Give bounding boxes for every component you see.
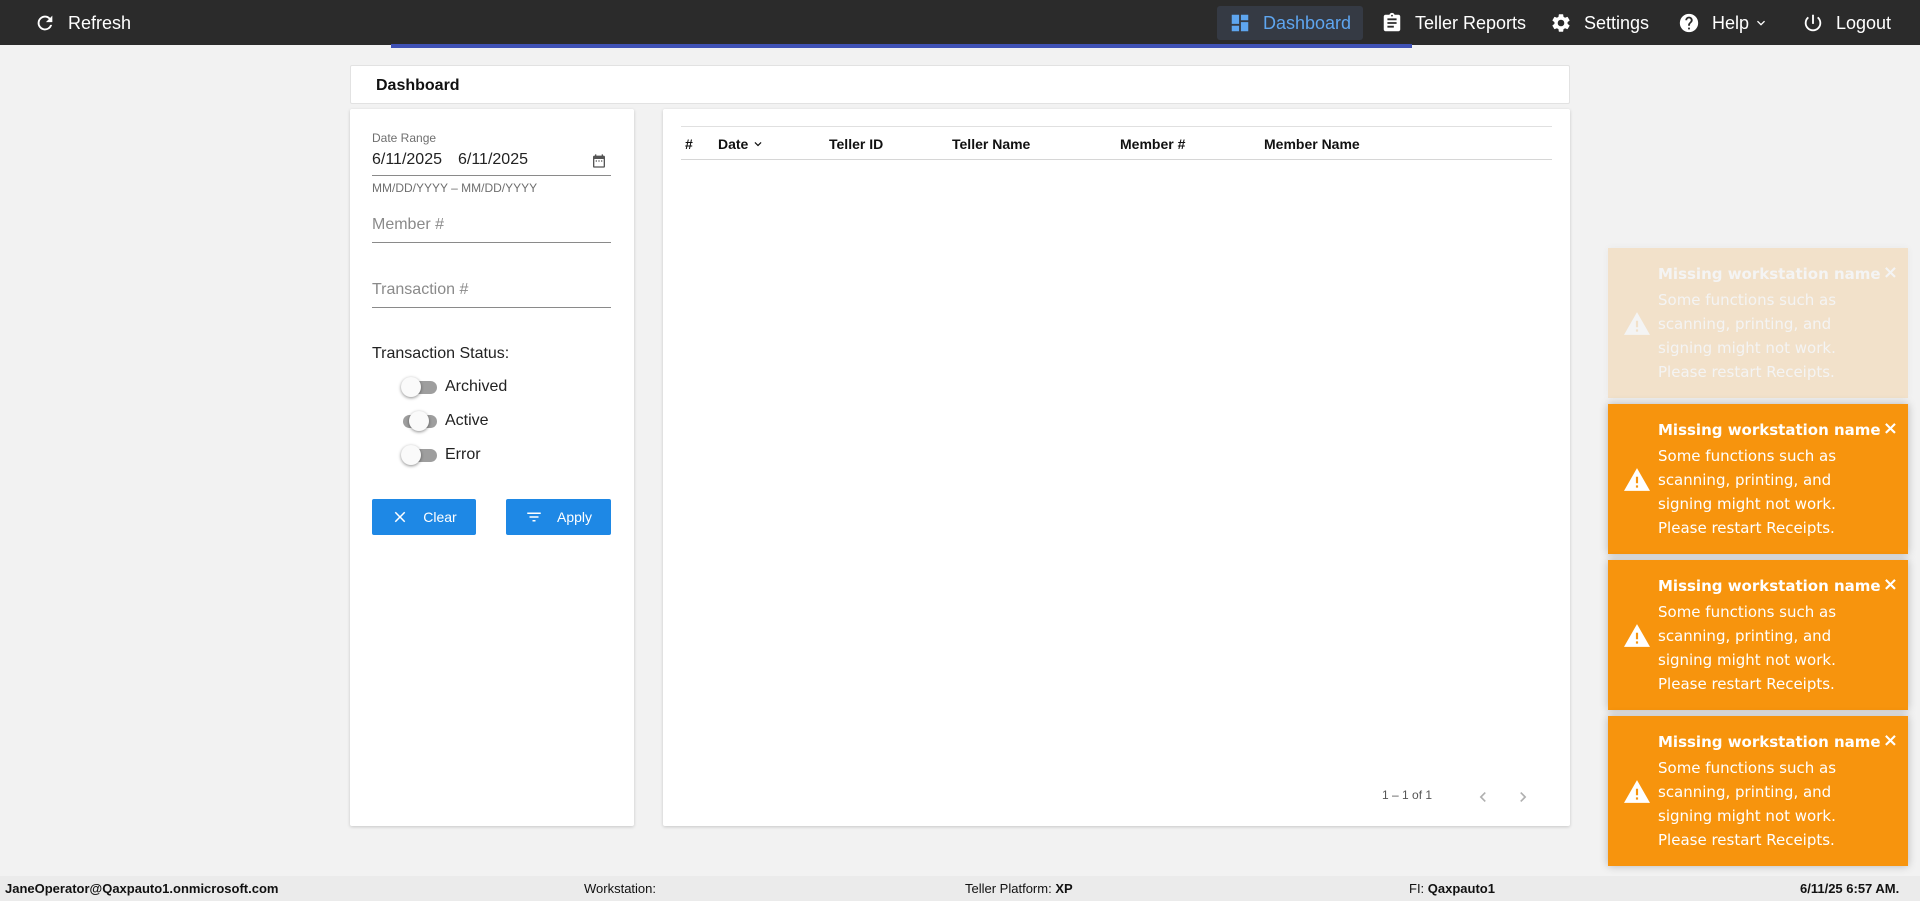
apply-button[interactable]: Apply	[506, 499, 611, 535]
page-header: Dashboard	[350, 65, 1570, 104]
member-number-field[interactable]	[372, 214, 611, 243]
transaction-status-title: Transaction Status:	[372, 345, 510, 362]
warning-icon	[1624, 624, 1650, 648]
refresh-icon	[37, 15, 53, 31]
date-end-input[interactable]: 6/11/2025	[458, 151, 528, 169]
previous-page-button[interactable]	[1473, 787, 1493, 807]
clear-label: Clear	[423, 509, 457, 525]
toast-close-button[interactable]: ×	[1883, 418, 1898, 439]
footer-fi-label: FI:	[1409, 881, 1425, 896]
table-header-row: # Date Teller ID Teller Name Member # Me…	[681, 126, 1552, 160]
warning-icon	[1624, 312, 1650, 336]
toast-title: Missing workstation name	[1658, 265, 1881, 283]
transactions-table: # Date Teller ID Teller Name Member # Me…	[663, 109, 1570, 826]
date-start-input[interactable]: 6/11/2025	[372, 151, 442, 169]
footer-workstation: Workstation:	[584, 881, 656, 896]
column-header-number[interactable]: #	[685, 136, 693, 152]
toast-close-button[interactable]: ×	[1883, 262, 1898, 283]
refresh-button[interactable]: Refresh	[24, 6, 141, 40]
apply-label: Apply	[556, 509, 593, 525]
warning-icon	[1624, 468, 1650, 492]
toast-close-button[interactable]: ×	[1883, 730, 1898, 751]
column-header-teller-id[interactable]: Teller ID	[829, 136, 883, 152]
next-page-button[interactable]	[1513, 787, 1533, 807]
help-icon	[1679, 13, 1699, 33]
error-switch[interactable]	[401, 445, 437, 465]
calendar-icon[interactable]	[591, 153, 607, 169]
nav-teller-reports[interactable]: Teller Reports	[1371, 6, 1536, 40]
member-number-input[interactable]	[372, 214, 611, 236]
date-format-hint: MM/DD/YYYY – MM/DD/YYYY	[372, 181, 538, 195]
archived-switch[interactable]	[401, 377, 437, 397]
toggle-error[interactable]: Error	[401, 444, 481, 466]
toast-close-button[interactable]: ×	[1883, 574, 1898, 595]
nav-teller-reports-label: Teller Reports	[1415, 12, 1527, 33]
toast-title: Missing workstation name	[1658, 577, 1881, 595]
footer-fi-value: Qaxpauto1	[1427, 881, 1495, 896]
toggle-error-label: Error	[445, 446, 481, 463]
footer-workstation-label: Workstation:	[584, 881, 657, 896]
column-header-member-name[interactable]: Member Name	[1264, 136, 1360, 152]
toggle-archived[interactable]: Archived	[401, 376, 507, 398]
dashboard-icon	[1231, 14, 1249, 32]
warning-toast[interactable]: Missing workstation name Some functions …	[1608, 560, 1908, 710]
status-footer: JaneOperator@Qaxpauto1.onmicrosoft.com W…	[0, 876, 1920, 901]
nav-dashboard[interactable]: Dashboard	[1217, 6, 1364, 40]
clipboard-icon	[1383, 12, 1401, 32]
toggle-active-label: Active	[445, 412, 489, 429]
warning-icon	[1624, 780, 1650, 804]
chevron-down-icon	[1757, 20, 1766, 26]
footer-timestamp: 6/11/25 6:57 AM.	[1800, 881, 1900, 896]
toast-message: Some functions such as scanning, printin…	[1658, 447, 1837, 537]
chevron-left-icon	[1479, 792, 1486, 802]
toggle-active[interactable]: Active	[401, 410, 489, 432]
toast-title: Missing workstation name	[1658, 733, 1881, 751]
date-range-label: Date Range	[372, 131, 437, 145]
nav-settings-label: Settings	[1584, 12, 1650, 33]
pagination-range: 1 – 1 of 1	[1382, 788, 1433, 802]
footer-teller-platform: Teller Platform: XP	[965, 881, 1073, 896]
footer-fi: FI: Qaxpauto1	[1409, 881, 1495, 896]
warning-toast[interactable]: Missing workstation name Some functions …	[1608, 248, 1908, 398]
transaction-number-input[interactable]	[372, 279, 611, 301]
toast-message: Some functions such as scanning, printin…	[1658, 759, 1837, 849]
refresh-label: Refresh	[68, 12, 132, 33]
column-header-date[interactable]: Date	[718, 136, 765, 152]
active-page-indicator	[391, 44, 1412, 48]
top-nav-bar: Refresh Dashboard Teller Reports Setting…	[0, 0, 1920, 48]
column-header-teller-name[interactable]: Teller Name	[952, 136, 1030, 152]
chevron-right-icon	[1520, 792, 1527, 802]
footer-platform-label: Teller Platform:	[965, 881, 1052, 896]
sort-desc-icon	[754, 142, 762, 147]
nav-help[interactable]: Help	[1668, 6, 1779, 40]
toast-message: Some functions such as scanning, printin…	[1658, 603, 1837, 693]
nav-logout-label: Logout	[1836, 12, 1892, 33]
footer-user: JaneOperator@Qaxpauto1.onmicrosoft.com	[5, 881, 279, 896]
filter-panel: Date Range 6/11/2025 6/11/2025 MM/DD/YYY…	[350, 109, 634, 826]
nav-settings[interactable]: Settings	[1540, 6, 1659, 40]
power-icon	[1804, 14, 1822, 32]
toast-message: Some functions such as scanning, printin…	[1658, 291, 1837, 381]
gear-icon	[1552, 14, 1570, 32]
nav-logout[interactable]: Logout	[1792, 6, 1901, 40]
column-header-date-label: Date	[718, 136, 749, 152]
page-title: Dashboard	[376, 77, 460, 94]
close-icon	[395, 511, 406, 523]
warning-toast[interactable]: Missing workstation name Some functions …	[1608, 404, 1908, 554]
clear-button[interactable]: Clear	[372, 499, 476, 535]
nav-dashboard-label: Dashboard	[1263, 12, 1352, 33]
warning-toast[interactable]: Missing workstation name Some functions …	[1608, 716, 1908, 866]
active-switch[interactable]	[401, 411, 437, 431]
toast-title: Missing workstation name	[1658, 421, 1881, 439]
column-header-member-number[interactable]: Member #	[1120, 136, 1185, 152]
filter-icon	[527, 512, 541, 522]
nav-help-label: Help	[1712, 12, 1750, 33]
date-range-field[interactable]: 6/11/2025 6/11/2025	[372, 149, 611, 176]
transaction-number-field[interactable]	[372, 279, 611, 308]
toggle-archived-label: Archived	[445, 378, 508, 395]
footer-platform-value: XP	[1055, 881, 1073, 896]
